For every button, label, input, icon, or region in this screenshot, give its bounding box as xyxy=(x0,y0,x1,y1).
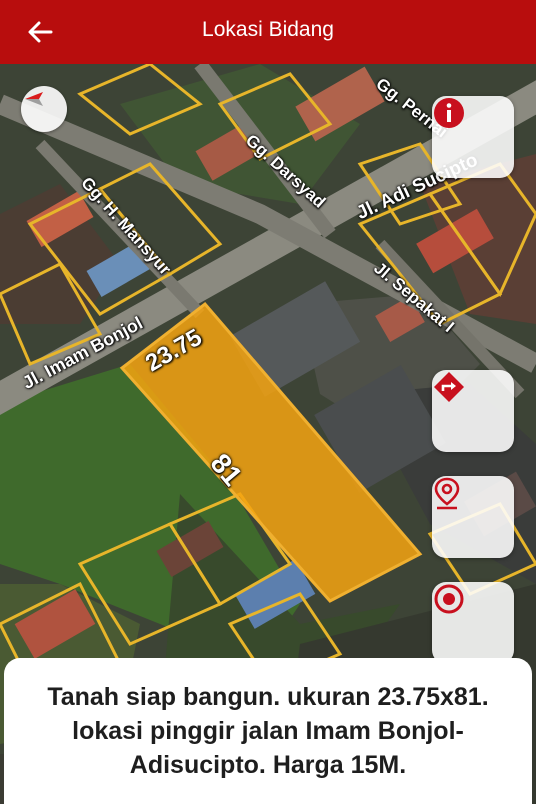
location-pin-icon xyxy=(434,477,460,510)
my-location-button[interactable] xyxy=(432,582,514,664)
directions-icon xyxy=(434,372,464,402)
my-location-icon xyxy=(434,584,464,614)
description-card: Tanah siap bangun. ukuran 23.75x81. loka… xyxy=(4,658,532,804)
parcel-description: Tanah siap bangun. ukuran 23.75x81. loka… xyxy=(47,683,489,779)
page-title: Lokasi Bidang xyxy=(202,18,334,41)
info-button[interactable] xyxy=(432,96,514,178)
compass-button[interactable] xyxy=(21,86,67,132)
app-bar: Lokasi Bidang xyxy=(0,0,536,64)
directions-button[interactable] xyxy=(432,370,514,452)
location-pin-button[interactable] xyxy=(432,476,514,558)
info-icon xyxy=(434,98,464,128)
compass-icon xyxy=(25,92,43,106)
